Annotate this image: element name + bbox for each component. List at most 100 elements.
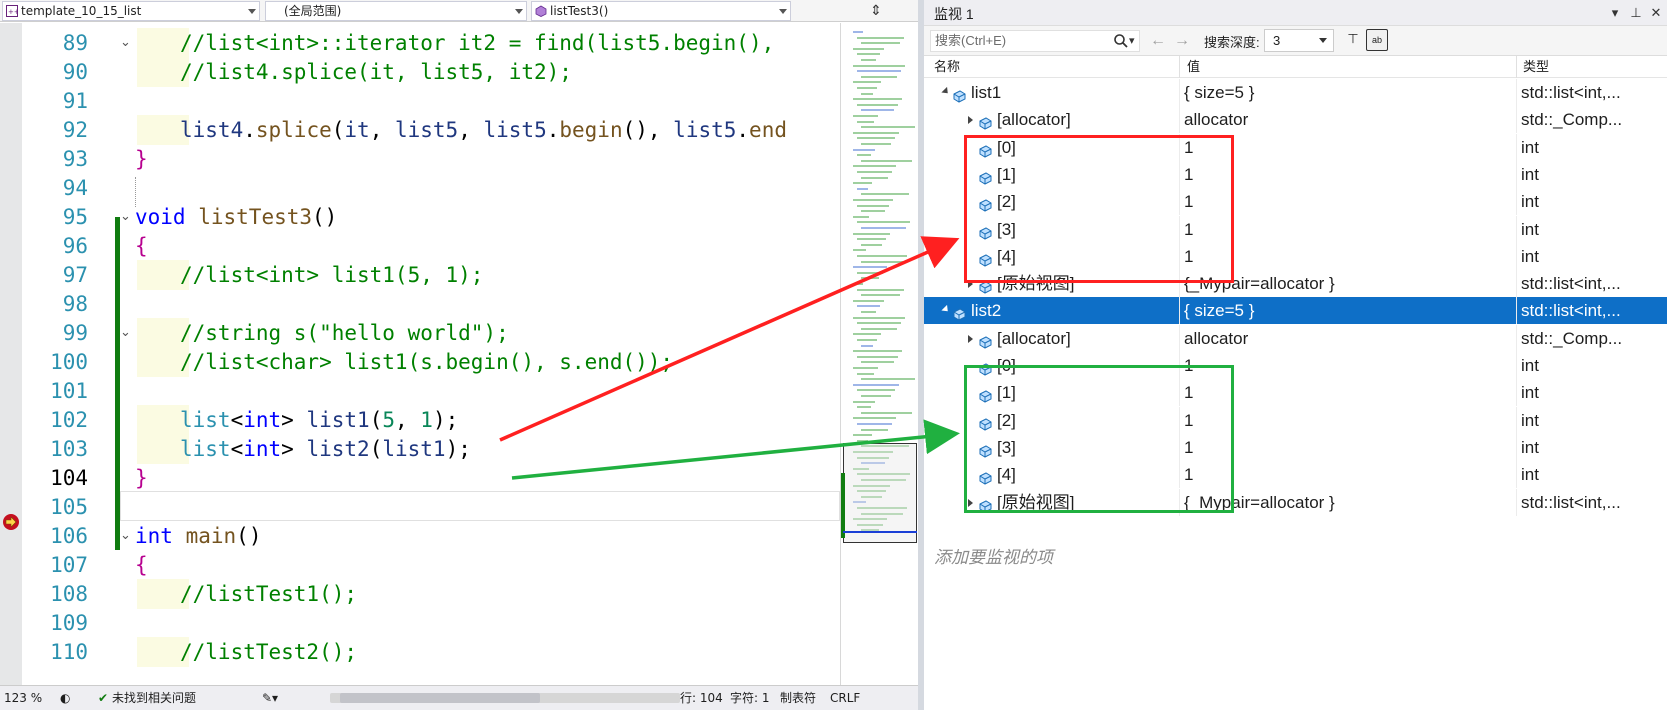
code-line[interactable]: 106 ⌄ int main() [22, 521, 840, 551]
column-type-header[interactable]: 类型 [1523, 56, 1549, 78]
watch-child-row[interactable]: [allocator] allocator std::_Comp... [924, 106, 1667, 134]
close-icon[interactable]: ✕ [1647, 4, 1665, 22]
search-prev-icon[interactable]: ← [1150, 32, 1166, 50]
watch-type: std::list<int,... [1521, 83, 1621, 102]
hex-display-icon[interactable]: ab [1366, 29, 1388, 51]
code-line[interactable]: 92 list4.splice(it, list5, list5.begin(),… [22, 115, 840, 145]
chevron-down-icon [248, 9, 256, 14]
code-line[interactable]: 95 ⌄ void listTest3() [22, 202, 840, 232]
watch-value[interactable]: { size=5 } [1184, 79, 1254, 106]
minimap-line [861, 243, 882, 246]
function-combo[interactable]: listTest3() [531, 1, 791, 21]
line-number: 99 [62, 321, 88, 345]
zoom-level[interactable]: 123 % [4, 686, 42, 710]
code-line[interactable]: 93} [22, 144, 840, 174]
code-line[interactable]: 97 //list<int> list1(5, 1); [22, 260, 840, 290]
column-name-header[interactable]: 名称 [934, 56, 960, 78]
minimap-line [861, 411, 912, 414]
char-indicator[interactable]: 字符: 1 [730, 686, 770, 710]
expand-arrow-icon[interactable] [968, 334, 973, 343]
watch-search-input[interactable]: 搜索(Ctrl+E) ▾ [930, 30, 1140, 52]
brush-icon[interactable]: ✎▾ [262, 686, 278, 710]
code-line[interactable]: 100 //list<char> list1(s.begin(), s.end()… [22, 347, 840, 377]
watch-value[interactable]: allocator [1184, 106, 1248, 133]
watch-type: int [1521, 219, 1539, 239]
collapse-arrow-icon[interactable] [941, 305, 951, 315]
code-line[interactable]: 107 { [22, 550, 840, 580]
fold-chevron-icon[interactable]: ⌄ [120, 318, 131, 348]
code-line[interactable]: 104} [22, 463, 840, 493]
code-line[interactable]: 110 //listTest2(); [22, 637, 840, 667]
watch-value[interactable]: { size=5 } [1184, 297, 1254, 324]
horizontal-scrollbar[interactable] [330, 693, 680, 703]
search-next-icon[interactable]: → [1174, 32, 1190, 50]
column-value-header[interactable]: 值 [1187, 56, 1200, 78]
code-line[interactable]: 94 [22, 173, 840, 203]
minimap-line [853, 232, 890, 235]
search-depth-select[interactable]: 3 [1264, 29, 1334, 52]
expand-arrow-icon[interactable] [968, 116, 973, 125]
code-text: int main() [135, 524, 262, 548]
search-icon[interactable] [1113, 33, 1129, 49]
pin-icon[interactable]: ⊥ [1627, 4, 1645, 22]
code-line[interactable]: 90 //list4.splice(it, list5, it2); [22, 57, 840, 87]
minimap-line [853, 215, 869, 218]
watch-root-row[interactable]: list1 { size=5 } std::list<int,... [924, 79, 1667, 106]
code-line[interactable]: 91 [22, 86, 840, 116]
code-line[interactable]: 99 ⌄ //string s("hello world"); [22, 318, 840, 348]
watch-name[interactable]: list2 [971, 297, 1001, 324]
code-line[interactable]: 96 { [22, 231, 840, 261]
current-statement-arrow-icon [3, 514, 19, 530]
watch-child-row[interactable]: [allocator] allocator std::_Comp... [924, 324, 1667, 352]
minimap-line [861, 260, 903, 263]
add-watch-item[interactable]: 添加要监视的项 [934, 543, 1053, 568]
code-line[interactable]: 108 //listTest1(); [22, 579, 840, 609]
minimap-line [861, 327, 897, 330]
minimap-viewport[interactable] [843, 443, 917, 543]
issues-status[interactable]: 未找到相关问题 [112, 686, 196, 710]
eol-indicator[interactable]: CRLF [830, 686, 860, 710]
glyph-margin[interactable] [0, 23, 22, 685]
fold-chevron-icon[interactable]: ⌄ [120, 521, 131, 551]
chevron-down-icon[interactable]: ▾ [1129, 31, 1135, 51]
watch-name[interactable]: [allocator] [997, 106, 1071, 133]
lightbulb-icon[interactable]: ◐ [60, 686, 70, 710]
code-line[interactable]: 102 list<int> list1(5, 1); [22, 405, 840, 435]
variable-icon [952, 85, 967, 103]
chevron-down-icon [1319, 38, 1327, 43]
scrollbar-thumb[interactable] [340, 693, 540, 703]
watch-root-row[interactable]: list2 { size=5 } std::list<int,... [924, 297, 1667, 325]
scope-combo[interactable]: (全局范围) [265, 1, 527, 21]
minimap-line [853, 266, 887, 269]
code-line[interactable]: 101 [22, 376, 840, 406]
code-editor[interactable]: ++ template_10_15_list (全局范围) listTest3(… [0, 0, 918, 710]
code-text: void listTest3() [135, 205, 338, 229]
line-number: 101 [50, 379, 88, 403]
dropdown-icon[interactable]: ▾ [1606, 4, 1624, 22]
pin-source-icon[interactable]: ⊤ [1344, 31, 1362, 49]
fold-chevron-icon[interactable]: ⌄ [120, 28, 131, 58]
watch-type: std::_Comp... [1521, 110, 1623, 130]
watch-name[interactable]: [allocator] [997, 325, 1071, 352]
minimap-scrollbar[interactable] [840, 23, 918, 685]
line-number: 92 [62, 118, 88, 142]
line-indicator[interactable]: 行: 104 [680, 686, 723, 710]
split-window-icon[interactable]: ⇕ [866, 3, 886, 19]
code-line[interactable]: 109 [22, 608, 840, 638]
project-combo[interactable]: ++ template_10_15_list [2, 1, 260, 21]
watch-name[interactable]: list1 [971, 79, 1001, 106]
minimap-line [857, 322, 901, 325]
scope-combo-label: (全局范围) [284, 4, 342, 18]
code-line[interactable]: 98 [22, 289, 840, 319]
annotation-green-box [964, 365, 1234, 513]
watch-type: int [1521, 437, 1539, 457]
code-line[interactable]: 103 list<int> list2(list1); [22, 434, 840, 464]
minimap-line [861, 92, 873, 95]
watch-value[interactable]: allocator [1184, 325, 1248, 352]
indent-indicator[interactable]: 制表符 [780, 686, 816, 710]
minimap-change-marker [841, 473, 845, 538]
fold-chevron-icon[interactable]: ⌄ [120, 202, 131, 232]
watch-type: int [1521, 192, 1539, 212]
collapse-arrow-icon[interactable] [941, 86, 951, 97]
code-line[interactable]: 89 ⌄ //list<int>::iterator it2 = find(list… [22, 28, 840, 58]
